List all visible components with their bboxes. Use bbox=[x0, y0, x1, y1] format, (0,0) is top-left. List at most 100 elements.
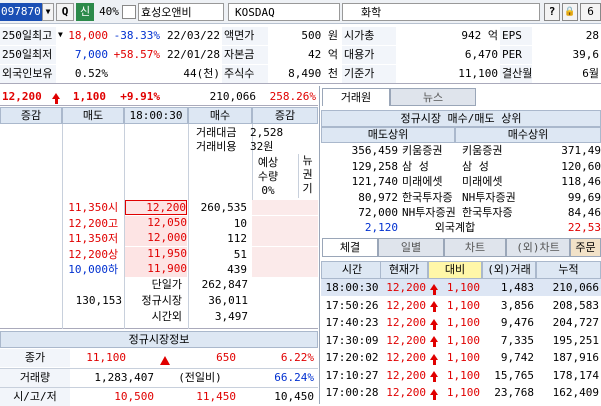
regular-volume: 1,283,407 bbox=[94, 371, 154, 384]
bid-price[interactable]: 11,950 bbox=[125, 246, 187, 262]
bid-change-cell bbox=[252, 246, 318, 262]
info-dropdown-icon[interactable]: ▼ bbox=[58, 30, 63, 39]
tab-order[interactable]: 주문 bbox=[570, 238, 601, 257]
sell-broker-qty: 129,258 bbox=[351, 159, 398, 173]
sell-broker-name[interactable]: 한국투자증 bbox=[402, 190, 460, 205]
orderbook-header: 매수 bbox=[188, 107, 252, 124]
orderbook-header[interactable]: 18:00:30 bbox=[124, 107, 188, 124]
trade-price: 12,200 bbox=[386, 316, 426, 329]
change-rate: +9.91% bbox=[120, 90, 160, 103]
code-dropdown-button[interactable]: ▼ bbox=[42, 3, 54, 21]
buy-broker-name[interactable]: 한국투자증 bbox=[462, 205, 524, 220]
trade-time: 17:20:02 bbox=[325, 351, 379, 364]
total-volume: 210,066 bbox=[209, 90, 256, 103]
volume-label: 거래량 bbox=[0, 369, 70, 387]
sell-broker-name[interactable]: NH투자증권 bbox=[402, 205, 460, 220]
tab-foreign-chart[interactable]: (외)차트 bbox=[506, 238, 570, 257]
trade-header: 현재가 bbox=[380, 261, 428, 279]
info-cell: +58.57% bbox=[113, 48, 160, 61]
credit-badge[interactable]: 신 bbox=[76, 3, 94, 21]
sell-broker-name[interactable]: 키움증권 bbox=[402, 143, 460, 158]
sell-broker-qty: 72,000 bbox=[358, 206, 398, 219]
up-arrow-icon bbox=[430, 282, 439, 295]
info-cell: 시가총 bbox=[342, 27, 396, 45]
up-arrow-icon bbox=[430, 317, 439, 330]
tab-daily[interactable]: 일별 bbox=[378, 238, 444, 257]
buy-broker-qty: 118,46 bbox=[561, 175, 601, 188]
info-cell: 11,100 bbox=[458, 67, 498, 80]
buy-broker-name[interactable]: 키움증권 bbox=[462, 143, 524, 158]
trade-volume: 3,856 bbox=[500, 298, 534, 312]
info-cell: 8,490 천 bbox=[288, 67, 338, 80]
bid-price[interactable]: 11,900 bbox=[125, 262, 187, 277]
trade-change: 1,100 bbox=[446, 386, 480, 399]
foreign-sell: 2,120 bbox=[364, 221, 398, 234]
tab-broker[interactable]: 거래원 bbox=[322, 88, 390, 106]
tab-trades[interactable]: 체결 bbox=[322, 238, 378, 257]
trade-change: 1,100 bbox=[446, 298, 480, 312]
close-change: 650 bbox=[216, 351, 236, 364]
trade-time: 18:00:30 bbox=[325, 281, 379, 294]
trade-price: 12,200 bbox=[386, 351, 426, 364]
foreign-buy: 22,53 bbox=[567, 221, 601, 234]
trade-header: 누적 bbox=[536, 261, 601, 279]
up-arrow-icon bbox=[430, 352, 439, 365]
trade-header: 대비 bbox=[428, 261, 482, 279]
sell-broker-name[interactable]: 삼 성 bbox=[402, 159, 460, 174]
ohlc-price: 11,350 bbox=[68, 232, 108, 245]
buy-top-header: 매수상위 bbox=[455, 127, 601, 143]
low-price: 10,450 bbox=[274, 390, 314, 403]
trade-cumulative: 187,916 bbox=[552, 351, 599, 364]
search-icon[interactable]: Q bbox=[56, 3, 74, 21]
buy-broker-name[interactable]: 삼 성 bbox=[462, 159, 524, 174]
margin-rate: 40% bbox=[99, 5, 119, 18]
bid-quantity: 112 bbox=[227, 232, 247, 245]
info-cell: 대용가 bbox=[342, 46, 396, 64]
tab-chart[interactable]: 차트 bbox=[444, 238, 506, 257]
tab-news[interactable]: 뉴스 bbox=[390, 88, 476, 106]
ohlc-label: 상 bbox=[108, 247, 119, 261]
buy-broker-qty: 99,69 bbox=[567, 190, 601, 204]
orderbook-header: 매도 bbox=[62, 107, 124, 124]
trade-change: 1,100 bbox=[446, 351, 480, 364]
info-cell: 42 억 bbox=[308, 48, 338, 61]
trade-volume: 15,765 bbox=[494, 368, 534, 382]
link-number-button[interactable]: 6 bbox=[580, 3, 601, 21]
stock-code-input[interactable]: 097870 bbox=[0, 3, 42, 21]
help-button[interactable]: ? bbox=[544, 3, 560, 21]
news-rights-box[interactable]: 뉴권기 bbox=[298, 154, 316, 198]
trade-time: 17:00:28 bbox=[325, 386, 379, 399]
after-hours-label: 시간외 bbox=[151, 310, 182, 323]
stock-name: 효성오앤비 bbox=[138, 3, 224, 21]
trade-change: 1,100 bbox=[446, 281, 480, 294]
info-cell: 주식수 bbox=[222, 65, 268, 83]
trade-cumulative: 204,727 bbox=[552, 316, 599, 329]
ohlc-price: 12,200 bbox=[68, 216, 108, 230]
trade-change: 1,100 bbox=[446, 368, 480, 382]
info-cell: 250일최고 bbox=[0, 27, 56, 45]
info-cell: -38.33% bbox=[113, 29, 160, 42]
bid-price[interactable]: 12,200 bbox=[125, 200, 187, 215]
bid-change-cell bbox=[252, 200, 318, 215]
info-cell: 0.52% bbox=[74, 67, 108, 80]
bid-price[interactable]: 12,050 bbox=[125, 215, 187, 231]
info-cell: 39,6 bbox=[572, 48, 600, 61]
bid-quantity: 51 bbox=[233, 247, 247, 261]
sell-broker-name[interactable]: 미래에셋 bbox=[402, 174, 460, 189]
margin-rate-box bbox=[122, 5, 136, 19]
lock-icon[interactable]: 🔒 bbox=[562, 3, 578, 21]
trade-header: 시간 bbox=[321, 261, 383, 279]
close-price: 11,100 bbox=[86, 351, 126, 364]
trade-cumulative: 210,066 bbox=[552, 281, 599, 294]
trade-change: 1,100 bbox=[446, 316, 480, 329]
buy-broker-name[interactable]: NH투자증권 bbox=[462, 190, 524, 205]
trade-volume: 7,335 bbox=[500, 333, 534, 347]
buy-broker-name[interactable]: 미래에셋 bbox=[462, 174, 524, 189]
up-arrow-icon bbox=[430, 370, 439, 383]
info-cell: EPS bbox=[500, 27, 532, 45]
sell-broker-qty: 356,459 bbox=[351, 144, 398, 157]
orderbook-header: 증감 bbox=[252, 107, 318, 124]
bid-price[interactable]: 12,000 bbox=[125, 231, 187, 246]
trade-price: 12,200 bbox=[386, 298, 426, 312]
volume-ratio: 258.26% bbox=[269, 90, 316, 103]
